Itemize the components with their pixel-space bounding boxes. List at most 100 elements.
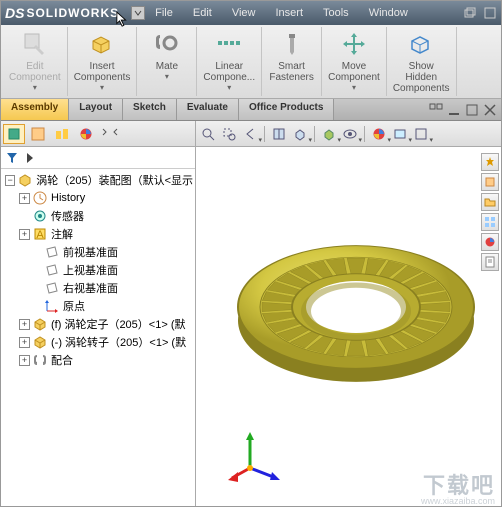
menubar: DS SOLIDWORKS File Edit View Insert Tool…	[1, 1, 501, 25]
expand-icon[interactable]: +	[19, 319, 30, 330]
tree-root[interactable]: − 涡轮（205）装配图（默认<显示	[3, 171, 193, 189]
main-area: − 涡轮（205）装配图（默认<显示 +History传感器+A注解前视基准面上…	[1, 121, 501, 506]
chevron-down-icon: ▾	[100, 83, 104, 92]
tree-item[interactable]: 右视基准面	[3, 279, 193, 297]
edit-appearance-icon[interactable]: ▾	[370, 125, 388, 143]
menu-edit[interactable]: Edit	[183, 7, 222, 19]
tree-item[interactable]: +A注解	[3, 225, 193, 243]
part-icon	[32, 316, 48, 332]
expand-icon[interactable]: +	[19, 337, 30, 348]
tree-item-label: 传感器	[51, 208, 84, 224]
orientation-triad[interactable]	[226, 426, 286, 486]
apply-scene-icon[interactable]: ▾	[391, 125, 409, 143]
logo-ds: DS	[5, 5, 24, 21]
hide-show-icon[interactable]: ▾	[341, 125, 359, 143]
maximize-icon[interactable]	[465, 103, 479, 117]
part-icon	[32, 334, 48, 350]
menu-dropdown-chevron[interactable]	[131, 6, 145, 20]
ribbon-label: SmartFasteners	[269, 61, 313, 83]
collapse-icon[interactable]: −	[5, 175, 15, 186]
close-icon[interactable]	[483, 103, 497, 117]
tree-item[interactable]: +配合	[3, 351, 193, 369]
plane-icon	[44, 280, 60, 296]
expand-icon[interactable]: +	[19, 229, 30, 240]
filter-funnel-icon[interactable]	[5, 151, 19, 165]
display-manager-tab[interactable]	[99, 124, 121, 144]
chevron-down-icon: ▾	[165, 72, 169, 81]
viewport-toolbar: ▾ ▾ ▾ ▾ ▾ ▾ ▾	[196, 121, 501, 147]
feature-manager-tab[interactable]	[3, 124, 25, 144]
tree-item-label: (-) 涡轮转子（205）<1> (默	[51, 334, 186, 350]
view-settings-icon[interactable]: ▾	[412, 125, 430, 143]
display-style-icon[interactable]: ▾	[320, 125, 338, 143]
chevron-down-icon: ▾	[352, 83, 356, 92]
tree-item[interactable]: 前视基准面	[3, 243, 193, 261]
tree-item-label: 右视基准面	[63, 280, 118, 296]
tree-item[interactable]: 原点	[3, 297, 193, 315]
tab-layout[interactable]: Layout	[69, 99, 123, 120]
taskpane-design-library-icon[interactable]	[481, 173, 499, 191]
section-view-icon[interactable]	[270, 125, 288, 143]
graphics-viewport[interactable]: ▾ ▾ ▾ ▾ ▾ ▾ ▾	[196, 121, 501, 506]
watermark-url: www.xiazaiba.com	[421, 496, 495, 506]
taskpane-file-explorer-icon[interactable]	[481, 193, 499, 211]
linear-pattern-icon	[216, 31, 242, 57]
taskpane-appearances-icon[interactable]	[481, 233, 499, 251]
tree-spacer	[31, 247, 42, 258]
ribbon-show-hidden[interactable]: ShowHiddenComponents	[387, 27, 457, 96]
ribbon-insert-components[interactable]: InsertComponents ▾	[68, 27, 138, 96]
previous-view-icon[interactable]: ▾	[241, 125, 259, 143]
tree-content: − 涡轮（205）装配图（默认<显示 +History传感器+A注解前视基准面上…	[1, 169, 195, 506]
plane-icon	[44, 262, 60, 278]
assembly-icon	[17, 172, 33, 188]
taskpane-view-palette-icon[interactable]	[481, 213, 499, 231]
tree-item[interactable]: 上视基准面	[3, 261, 193, 279]
tile-icon[interactable]	[429, 103, 443, 117]
history-icon	[32, 190, 48, 206]
property-manager-tab[interactable]	[27, 124, 49, 144]
minimize-icon[interactable]	[447, 103, 461, 117]
tab-sketch[interactable]: Sketch	[123, 99, 177, 120]
ribbon-move-component[interactable]: MoveComponent ▾	[322, 27, 387, 96]
tree-root-label: 涡轮（205）装配图（默认<显示	[36, 172, 193, 188]
origin-icon	[44, 298, 60, 314]
tab-office-products[interactable]: Office Products	[239, 99, 334, 120]
tree-item[interactable]: +(f) 涡轮定子（205）<1> (默	[3, 315, 193, 333]
expand-icon[interactable]: +	[19, 355, 30, 366]
graphics-canvas[interactable]	[196, 147, 479, 506]
menu-window[interactable]: Window	[359, 7, 418, 19]
restore-icon[interactable]	[463, 6, 477, 20]
tab-evaluate[interactable]: Evaluate	[177, 99, 239, 120]
expand-icon[interactable]: +	[19, 193, 30, 204]
menu-insert[interactable]: Insert	[265, 7, 313, 19]
zoom-fit-icon[interactable]	[199, 125, 217, 143]
taskpane-resources-icon[interactable]	[481, 153, 499, 171]
menu-file[interactable]: File	[145, 7, 183, 19]
tree-filter-bar	[1, 147, 195, 169]
mate-icon	[154, 31, 180, 57]
ribbon-linear-pattern[interactable]: LinearCompone... ▾	[197, 27, 262, 96]
tree-item-label: 上视基准面	[63, 262, 118, 278]
tree-item[interactable]: 传感器	[3, 207, 193, 225]
tree-item-label: 前视基准面	[63, 244, 118, 260]
ribbon-mate[interactable]: Mate ▾	[137, 27, 197, 96]
ribbon-label: InsertComponents	[74, 61, 131, 83]
window-icon[interactable]	[483, 6, 497, 20]
zoom-area-icon[interactable]	[220, 125, 238, 143]
configuration-manager-tab[interactable]	[51, 124, 73, 144]
ribbon-smart-fasteners[interactable]: SmartFasteners	[262, 27, 322, 96]
mates-icon	[32, 352, 48, 368]
tab-assembly[interactable]: Assembly	[1, 99, 69, 120]
menu-view[interactable]: View	[222, 7, 266, 19]
menu-tools[interactable]: Tools	[313, 7, 359, 19]
view-orientation-icon[interactable]: ▾	[291, 125, 309, 143]
taskpane-custom-props-icon[interactable]	[481, 253, 499, 271]
ribbon-edit-component[interactable]: EditComponent ▾	[3, 27, 68, 96]
tree-item[interactable]: +History	[3, 189, 193, 207]
tree-item-label: 原点	[63, 298, 85, 314]
turbine-model[interactable]	[226, 187, 486, 447]
dimxpert-manager-tab[interactable]	[75, 124, 97, 144]
chevron-right-icon[interactable]	[23, 151, 37, 165]
feature-tree-panel: − 涡轮（205）装配图（默认<显示 +History传感器+A注解前视基准面上…	[1, 121, 196, 506]
tree-item[interactable]: + (-) 涡轮转子（205）<1> (默	[3, 333, 193, 351]
